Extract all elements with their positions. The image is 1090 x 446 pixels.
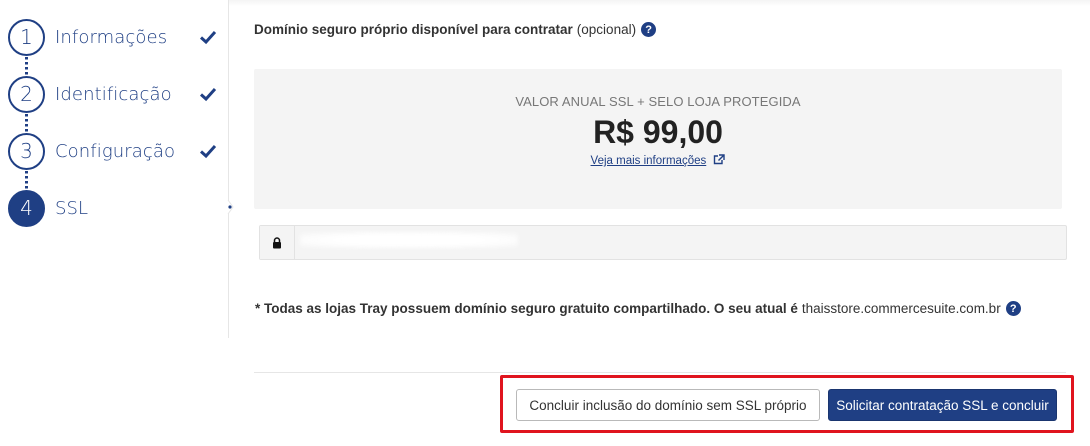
more-info: Veja mais informações bbox=[254, 154, 1062, 167]
step-label: Configuração bbox=[55, 140, 176, 162]
check-icon bbox=[199, 87, 217, 102]
price-value: R$ 99,00 bbox=[593, 114, 723, 150]
top-shadow bbox=[229, 0, 1090, 6]
footer-divider bbox=[254, 372, 1066, 373]
check-icon bbox=[199, 30, 217, 45]
domain-addon bbox=[260, 226, 295, 259]
wizard-stepper: 1 Informações 2 Identificação 3 Configur… bbox=[0, 0, 230, 340]
step-connector bbox=[25, 114, 28, 134]
help-icon[interactable]: ? bbox=[1005, 301, 1021, 316]
stepper-divider bbox=[228, 0, 229, 338]
step-number: 2 bbox=[8, 75, 45, 113]
step-informacoes[interactable]: 1 Informações bbox=[8, 18, 223, 56]
step-connector bbox=[25, 171, 28, 191]
request-ssl-button[interactable]: Solicitar contratação SSL e concluir bbox=[828, 389, 1057, 421]
ssl-section-title: Domínio seguro próprio disponível para c… bbox=[254, 22, 657, 37]
shared-domain-note: * Todas as lojas Tray possuem domínio se… bbox=[255, 301, 1021, 316]
redacted-domain-blur bbox=[300, 232, 518, 248]
step-number: 1 bbox=[8, 18, 45, 56]
lock-icon bbox=[273, 236, 281, 248]
price-caption: VALOR ANUAL SSL + SELO LOJA PROTEGIDA bbox=[515, 94, 801, 109]
step-label: SSL bbox=[55, 197, 89, 219]
ssl-title-text: Domínio seguro próprio disponível para c… bbox=[254, 22, 573, 37]
step-number: 3 bbox=[8, 132, 45, 170]
more-info-link[interactable]: Veja mais informações bbox=[591, 155, 707, 167]
step-label: Identificação bbox=[55, 83, 172, 105]
step-identificacao[interactable]: 2 Identificação bbox=[8, 75, 223, 113]
note-text: * Todas as lojas Tray possuem domínio se… bbox=[255, 301, 798, 316]
step-ssl[interactable]: 4 SSL bbox=[8, 189, 223, 227]
check-icon bbox=[199, 144, 217, 159]
ssl-price-panel: VALOR ANUAL SSL + SELO LOJA PROTEGIDA R$… bbox=[254, 69, 1062, 209]
finish-without-ssl-button[interactable]: Concluir inclusão do domínio sem SSL pró… bbox=[516, 389, 820, 421]
external-link-icon[interactable] bbox=[713, 154, 726, 165]
active-step-notch bbox=[227, 200, 234, 214]
ssl-title-optional: (opcional) bbox=[576, 22, 637, 37]
step-number: 4 bbox=[8, 189, 45, 227]
help-icon[interactable]: ? bbox=[641, 22, 657, 37]
step-connector bbox=[25, 57, 28, 77]
current-shared-domain: thaisstore.commercesuite.com.br bbox=[801, 301, 1001, 316]
step-configuracao[interactable]: 3 Configuração bbox=[8, 132, 223, 170]
step-label: Informações bbox=[55, 26, 168, 48]
